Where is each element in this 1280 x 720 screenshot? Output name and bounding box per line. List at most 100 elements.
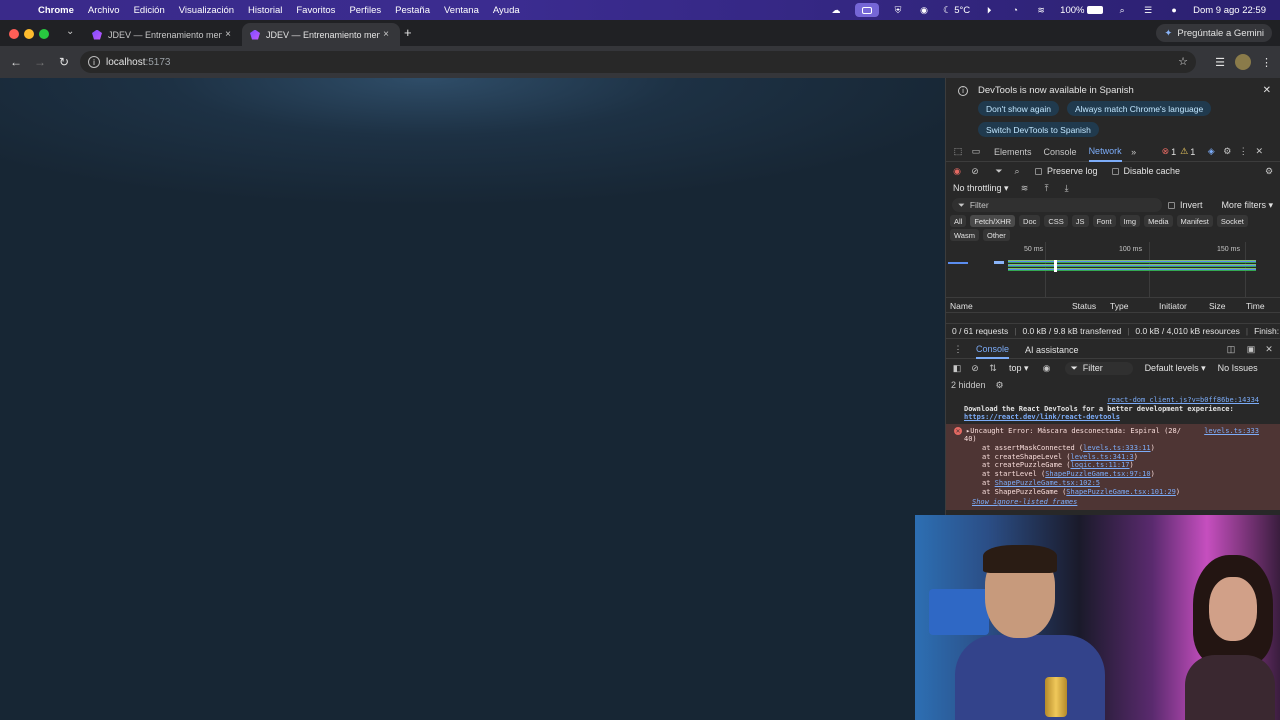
col-size[interactable]: Size [1209, 301, 1226, 311]
menu-favoritos[interactable]: Favoritos [296, 5, 335, 16]
network-timeline-overview[interactable]: 50 ms 100 ms 150 ms [946, 242, 1280, 298]
bookmark-star-icon[interactable]: ☆ [1178, 55, 1188, 68]
network-settings-gear-icon[interactable]: ⚙ [1263, 165, 1275, 177]
console-source-link[interactable]: react-dom_client.js?v=b0ff86be:14334 [1107, 396, 1259, 404]
drawer-menu-icon[interactable]: ⋮ [952, 344, 964, 356]
type-fetch-xhr[interactable]: Fetch/XHR [970, 215, 1016, 227]
stack-src-link[interactable]: ShapePuzzleGame.tsx:102:5 [995, 479, 1100, 487]
site-info-icon[interactable]: i [88, 56, 100, 68]
sidebar-toggle-icon[interactable]: ◧ [951, 362, 963, 374]
device-toolbar-icon[interactable]: ▭ [970, 146, 982, 158]
tab-network[interactable]: Network [1088, 142, 1122, 162]
battery-status[interactable]: 100% [1060, 5, 1104, 16]
back-arrow-icon[interactable]: ← [4, 55, 28, 69]
stack-src-link[interactable]: logic.ts:11:17 [1071, 461, 1130, 469]
col-time[interactable]: Time [1246, 301, 1265, 311]
match-language-button[interactable]: Always match Chrome's language [1067, 101, 1212, 116]
more-filters-dropdown[interactable]: More filters ▾ [1221, 200, 1273, 211]
col-type[interactable]: Type [1110, 301, 1128, 311]
export-har-icon[interactable]: ⤓ [1061, 182, 1073, 194]
type-js[interactable]: JS [1071, 215, 1089, 227]
issues-counter[interactable]: No Issues [1218, 363, 1258, 373]
cloud-status-icon[interactable]: ☁ [829, 3, 843, 17]
close-drawer-icon[interactable]: ✕ [1263, 344, 1275, 356]
wifi-icon[interactable]: ≋ [1034, 3, 1048, 17]
play-icon[interactable]: ⏵ [982, 3, 996, 17]
type-all[interactable]: All [950, 215, 967, 227]
stack-src-link[interactable]: ShapePuzzleGame.tsx:101:29 [1066, 488, 1176, 496]
settings-gear-icon[interactable]: ⚙ [1221, 146, 1233, 158]
console-settings-gear-icon[interactable]: ⚙ [994, 379, 1006, 391]
import-har-icon[interactable]: ⤒ [1041, 182, 1053, 194]
tab-elements[interactable]: Elements [994, 142, 1032, 162]
context-select[interactable]: top ▾ [1009, 363, 1029, 374]
close-tab-icon[interactable]: × [380, 29, 392, 40]
log-levels-dropdown[interactable]: Default levels ▾ [1145, 363, 1206, 374]
console-filter-input[interactable]: ⏷ Filter [1064, 361, 1133, 375]
menu-historial[interactable]: Historial [248, 5, 282, 16]
control-center-icon[interactable]: ☰ [1141, 3, 1155, 17]
tab-search-icon[interactable]: ☰ [1215, 56, 1225, 69]
shield-icon[interactable]: ⛨ [891, 3, 905, 17]
screen-record-icon[interactable] [855, 3, 880, 17]
menu-app-chrome[interactable]: Chrome [38, 5, 74, 16]
live-expression-icon[interactable]: ⇅ [987, 362, 999, 374]
tab-jdev-1[interactable]: JDEV — Entrenamiento mental × [84, 23, 242, 46]
preserve-log-toggle[interactable]: Preserve log [1035, 166, 1098, 176]
search-icon[interactable]: ⌕ [1011, 165, 1023, 177]
network-conditions-icon[interactable]: ≋ [1019, 182, 1031, 194]
dont-show-again-button[interactable]: Don't show again [978, 101, 1059, 116]
clock-icon[interactable]: ◔ [1008, 3, 1022, 17]
invert-toggle[interactable]: Invert [1168, 200, 1203, 210]
forward-arrow-icon[interactable]: → [28, 55, 52, 69]
throttling-select[interactable]: No throttling ▾ [953, 183, 1009, 194]
type-media[interactable]: Media [1144, 215, 1173, 227]
col-name[interactable]: Name [950, 301, 973, 311]
close-icon[interactable]: ✕ [1263, 85, 1271, 96]
extension-icon[interactable]: ◉ [917, 3, 931, 17]
preserve-log-checkbox[interactable] [1035, 167, 1042, 175]
col-status[interactable]: Status [1072, 301, 1096, 311]
inspect-element-icon[interactable]: ⬚ [952, 146, 964, 158]
stack-src-link[interactable]: levels.ts:333:11 [1083, 444, 1150, 452]
show-ignored-frames-link[interactable]: Show ignore-listed frames [972, 498, 1077, 506]
more-tabs-chevron-icon[interactable]: » [1128, 146, 1140, 158]
profile-avatar[interactable] [1235, 54, 1251, 70]
error-source-link[interactable]: levels.ts:333 [1204, 427, 1259, 435]
type-css[interactable]: CSS [1044, 215, 1068, 227]
menubar-clock[interactable]: Dom 9 ago 22:59 [1193, 5, 1266, 16]
type-other[interactable]: Other [982, 229, 1010, 241]
siri-icon[interactable]: ● [1167, 3, 1181, 17]
dock-side-icon[interactable]: ◫ [1225, 344, 1237, 356]
menu-pestana[interactable]: Pestaña [395, 5, 430, 16]
menu-archivo[interactable]: Archivo [88, 5, 120, 16]
disable-cache-toggle[interactable]: Disable cache [1111, 166, 1180, 176]
type-font[interactable]: Font [1092, 215, 1116, 227]
type-wasm[interactable]: Wasm [950, 229, 979, 241]
stack-src-link[interactable]: levels.ts:341:3 [1071, 453, 1134, 461]
error-expand-title[interactable]: ▸Uncaught Error: Máscara desconectada: E… [966, 427, 1181, 435]
network-filter-input[interactable]: ⏷ Filter [952, 198, 1162, 212]
col-initiator[interactable]: Initiator [1159, 301, 1187, 311]
switch-to-spanish-button[interactable]: Switch DevTools to Spanish [978, 122, 1099, 137]
drawer-tab-ai-assistance[interactable]: AI assistance [1025, 341, 1079, 359]
ai-assist-icon[interactable]: ◈ [1205, 146, 1217, 158]
close-window-button[interactable] [9, 29, 19, 39]
menu-ayuda[interactable]: Ayuda [493, 5, 520, 16]
search-icon[interactable]: ⌕ [1115, 3, 1129, 17]
stack-src-link[interactable]: ShapePuzzleGame.tsx:97:10 [1045, 470, 1150, 478]
undock-drawer-icon[interactable]: ▣ [1245, 344, 1257, 356]
warning-count-badge[interactable]: ⚠ 1 [1180, 146, 1195, 157]
kebab-menu-icon[interactable]: ⋮ [1237, 146, 1249, 158]
reload-icon[interactable]: ↻ [52, 55, 76, 69]
chrome-menu-icon[interactable]: ⋮ [1261, 56, 1272, 69]
clear-icon[interactable]: ⊘ [969, 165, 981, 177]
type-doc[interactable]: Doc [1019, 215, 1041, 227]
menu-ventana[interactable]: Ventana [444, 5, 479, 16]
tab-jdev-2-active[interactable]: JDEV — Entrenamiento mental × [242, 23, 400, 46]
type-img[interactable]: Img [1119, 215, 1141, 227]
type-manifest[interactable]: Manifest [1176, 215, 1213, 227]
new-tab-button[interactable]: + [404, 25, 412, 40]
eye-icon[interactable]: ◉ [1041, 362, 1053, 374]
invert-checkbox[interactable] [1168, 201, 1175, 209]
